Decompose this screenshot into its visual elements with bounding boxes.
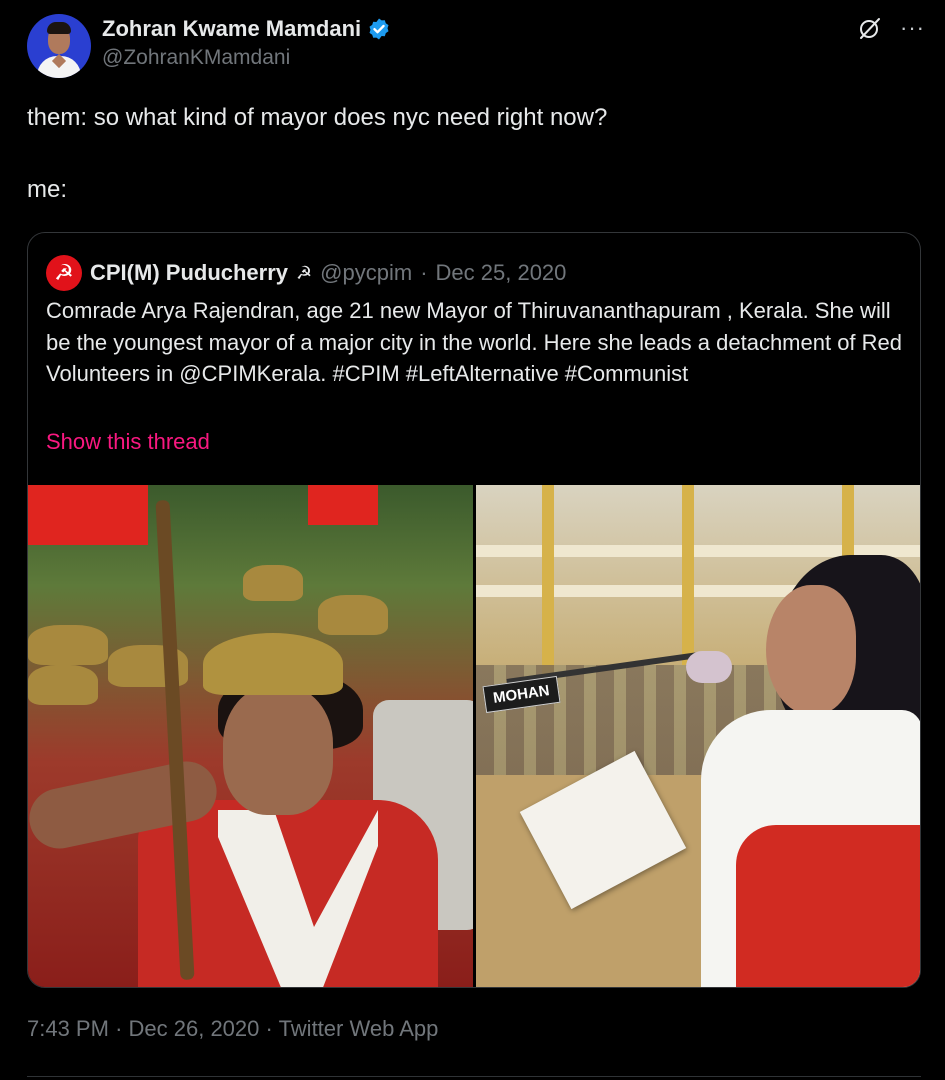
tweet-date[interactable]: Dec 26, 2020 [129,1016,260,1041]
quote-media-grid: MOHAN [28,485,920,987]
author-handle[interactable]: @ZohranKMamdani [102,46,391,70]
quoted-tweet[interactable]: ☭ CPI(M) Puducherry ☭ @pycpim · Dec 25, … [27,232,921,988]
verified-badge-icon [369,18,389,40]
volunteer-cap [243,565,303,601]
photo-red-volunteers[interactable] [28,485,473,987]
hall-pillar [542,485,554,675]
tweet-meta: 7:43 PM · Dec 26, 2020 · Twitter Web App [27,1016,438,1042]
tweet-source: Twitter Web App [278,1016,439,1041]
hall-pillar [682,485,694,665]
speaker-red-top [736,825,920,987]
tweet-header: Zohran Kwame Mamdani @ZohranKMamdani ··· [27,14,925,78]
hammer-sickle-icon: ☭ [296,262,313,283]
speaker-face [766,585,856,715]
author-display-name[interactable]: Zohran Kwame Mamdani [102,16,361,42]
microphone-icon [686,651,732,683]
quote-separator: · [420,260,428,285]
previous-tweet-remnant [0,0,945,8]
volunteer-cap [28,625,108,665]
meta-separator: · [265,1016,273,1041]
photo-council-speech[interactable]: MOHAN [476,485,920,987]
more-options-icon[interactable]: ··· [900,16,925,40]
tweet-time[interactable]: 7:43 PM [27,1016,109,1041]
volunteer-cap [318,595,388,635]
quote-header: ☭ CPI(M) Puducherry ☭ @pycpim · Dec 25, … [46,255,566,291]
red-flag [28,485,148,545]
volunteer-cap [28,665,98,705]
author-names: Zohran Kwame Mamdani @ZohranKMamdani [102,14,391,70]
author-avatar[interactable] [27,14,91,78]
divider [27,1076,921,1077]
show-thread-link[interactable]: Show this thread [46,429,210,455]
avatar-hair [47,22,71,34]
woman-face [223,685,333,815]
quote-text: Comrade Arya Rajendran, age 21 new Mayor… [46,298,903,386]
quote-avatar-hammer-sickle-icon[interactable]: ☭ [46,255,82,291]
grok-icon[interactable] [858,16,882,40]
meta-separator: · [115,1016,123,1041]
quote-handle[interactable]: @pycpim [320,260,412,286]
quote-date[interactable]: Dec 25, 2020 [436,260,567,286]
red-flag [308,485,378,525]
woman-cap [203,633,343,695]
quote-display-name[interactable]: CPI(M) Puducherry [90,260,288,286]
header-actions: ··· [858,16,925,40]
tweet-text: them: so what kind of mayor does nyc nee… [27,104,608,203]
